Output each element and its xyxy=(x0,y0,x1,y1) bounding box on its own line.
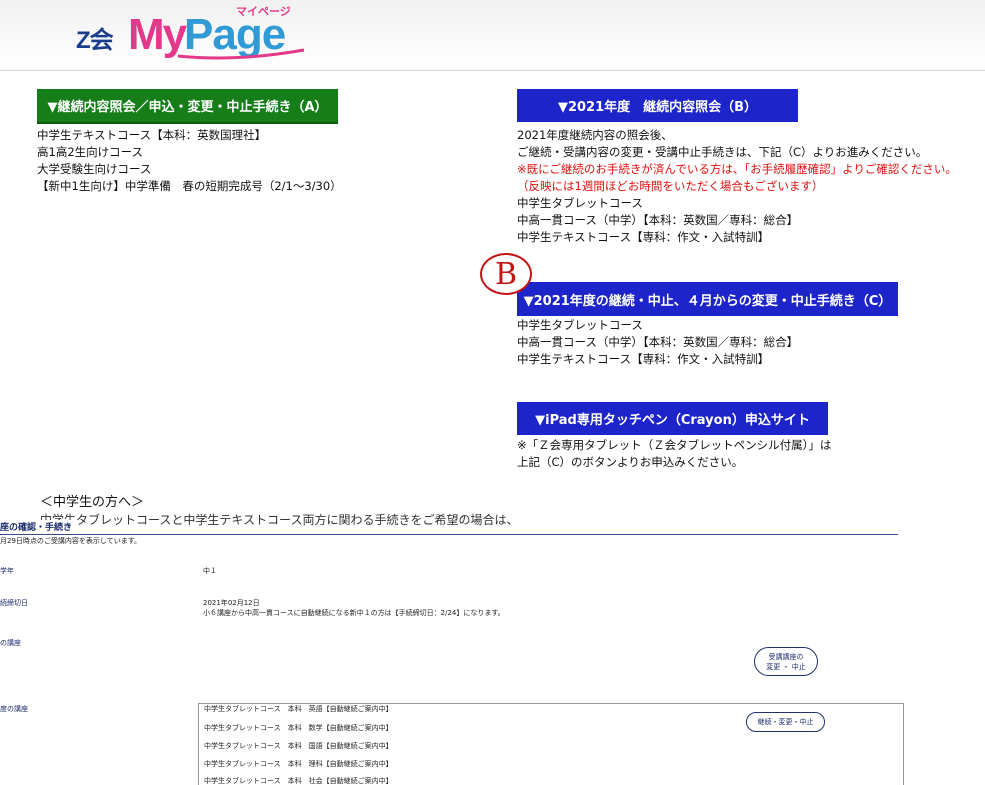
b-notice-line: ※既にご継続のお手続きが済んでいる方は、「お手続履歴確認」よりご確認ください。 xyxy=(517,162,957,176)
table-row: 中学生タブレットコース 本科 社会【自動継続ご案内中】 xyxy=(204,777,393,785)
continuation-inquiry-button-b[interactable]: ▼2021年度 継続内容照会（B） xyxy=(517,89,798,122)
ipad-touchpen-button[interactable]: ▼iPad専用タッチペン（Crayon）申込サイト xyxy=(517,402,828,435)
course-item: 中学生テキストコース【本科：英数国理社】 xyxy=(37,128,267,142)
deadline-label: 続締切日 xyxy=(0,599,28,607)
ipad-note-line: ※「Ｚ会専用タブレット（Ｚ会タブレットペンシル付属）」は xyxy=(517,438,832,452)
continuation-inquiry-button-a[interactable]: ▼継続内容照会／申込・変更・中止手続き（A） xyxy=(37,89,338,124)
table-row: 中学生タブレットコース 本科 理科【自動継続ご案内中】 xyxy=(204,760,393,768)
b-description: 2021年度継続内容の照会後、 ご継続・受講内容の変更・受講中止手続きは、下記（… xyxy=(517,127,957,246)
annotation-badge-b: B xyxy=(480,253,532,295)
logo-subtitle: マイページ xyxy=(236,5,291,18)
course-item: 中高一貫コース（中学）【本科：英数国／専科：総合】 xyxy=(517,213,799,227)
course-item: 中学生テキストコース【専科：作文・入試特訓】 xyxy=(517,230,770,244)
panel-title: 座の確認・手続き xyxy=(0,520,77,533)
header-bar: Z会 My Page マイページ xyxy=(0,0,985,71)
grade-value: 中１ xyxy=(203,567,217,575)
course-list-c: 中学生タブレットコース 中高一貫コース（中学）【本科：英数国／専科：総合】 中学… xyxy=(517,317,798,368)
next-year-course-label: 度の講座 xyxy=(0,705,28,713)
panel-note: 月29日時点のご受講内容を表示しています。 xyxy=(0,537,141,545)
table-row: 中学生タブレットコース 本科 数学【自動継続ご案内中】 xyxy=(204,724,393,732)
course-item: 大学受験生向けコース xyxy=(37,162,152,176)
b-notice-line: （反映には1週間ほどお時間をいただく場合もございます） xyxy=(517,179,824,193)
change-course-button[interactable]: 受講講座の 変更 ・ 中止 xyxy=(754,647,818,676)
students-heading: ＜中学生の方へ＞ xyxy=(40,495,145,510)
grade-label: 学年 xyxy=(0,567,14,575)
deadline-note: 小６講座から中高一貫コースに自動継続になる新中１の方は【手続締切日：2/24】に… xyxy=(203,609,505,617)
logo-z-text: Z会 xyxy=(76,27,114,54)
b-text-line: 2021年度継続内容の照会後、 xyxy=(517,128,673,142)
panel-divider xyxy=(0,534,898,535)
logo-swoosh-icon xyxy=(177,48,305,60)
table-row: 中学生タブレットコース 本科 国語【自動継続ご案内中】 xyxy=(204,742,393,750)
course-item: 中高一貫コース（中学）【本科：英数国／専科：総合】 xyxy=(517,335,799,349)
course-item: 高1高2生向けコース xyxy=(37,145,144,159)
ipad-note: ※「Ｚ会専用タブレット（Ｚ会タブレットペンシル付属）」は 上記（C）のボタンより… xyxy=(517,437,831,471)
zkai-mypage-logo[interactable]: Z会 My Page マイページ xyxy=(76,5,308,64)
course-item: 【新中1生向け】中学準備 春の短期完成号（2/1～3/30） xyxy=(37,179,342,193)
deadline-date: 2021年02月12日 xyxy=(203,599,260,607)
students-text: 中学生タブレットコースと中学生テキストコース両方に関わる手続きをご希望の場合は、 xyxy=(40,513,519,527)
ipad-note-line: 上記（C）のボタンよりお申込みください。 xyxy=(517,455,744,469)
continuation-change-button-c[interactable]: ▼2021年度の継続・中止、４月からの変更・中止手続き（C） xyxy=(517,282,898,316)
course-item: 中学生タブレットコース xyxy=(517,196,643,210)
course-item: 中学生テキストコース【専科：作文・入試特訓】 xyxy=(517,352,770,366)
b-text-line: ご継続・受講内容の変更・受講中止手続きは、下記（C）よりお進みください。 xyxy=(517,145,928,159)
course-item: 中学生タブレットコース xyxy=(517,318,643,332)
continue-change-stop-button[interactable]: 継続・変更・中止 xyxy=(746,712,825,732)
course-list-a: 中学生テキストコース【本科：英数国理社】 高1高2生向けコース 大学受験生向けコ… xyxy=(37,127,342,195)
current-course-label: の講座 xyxy=(0,639,21,647)
table-row: 中学生タブレットコース 本科 英語【自動継続ご案内中】 xyxy=(204,705,393,713)
